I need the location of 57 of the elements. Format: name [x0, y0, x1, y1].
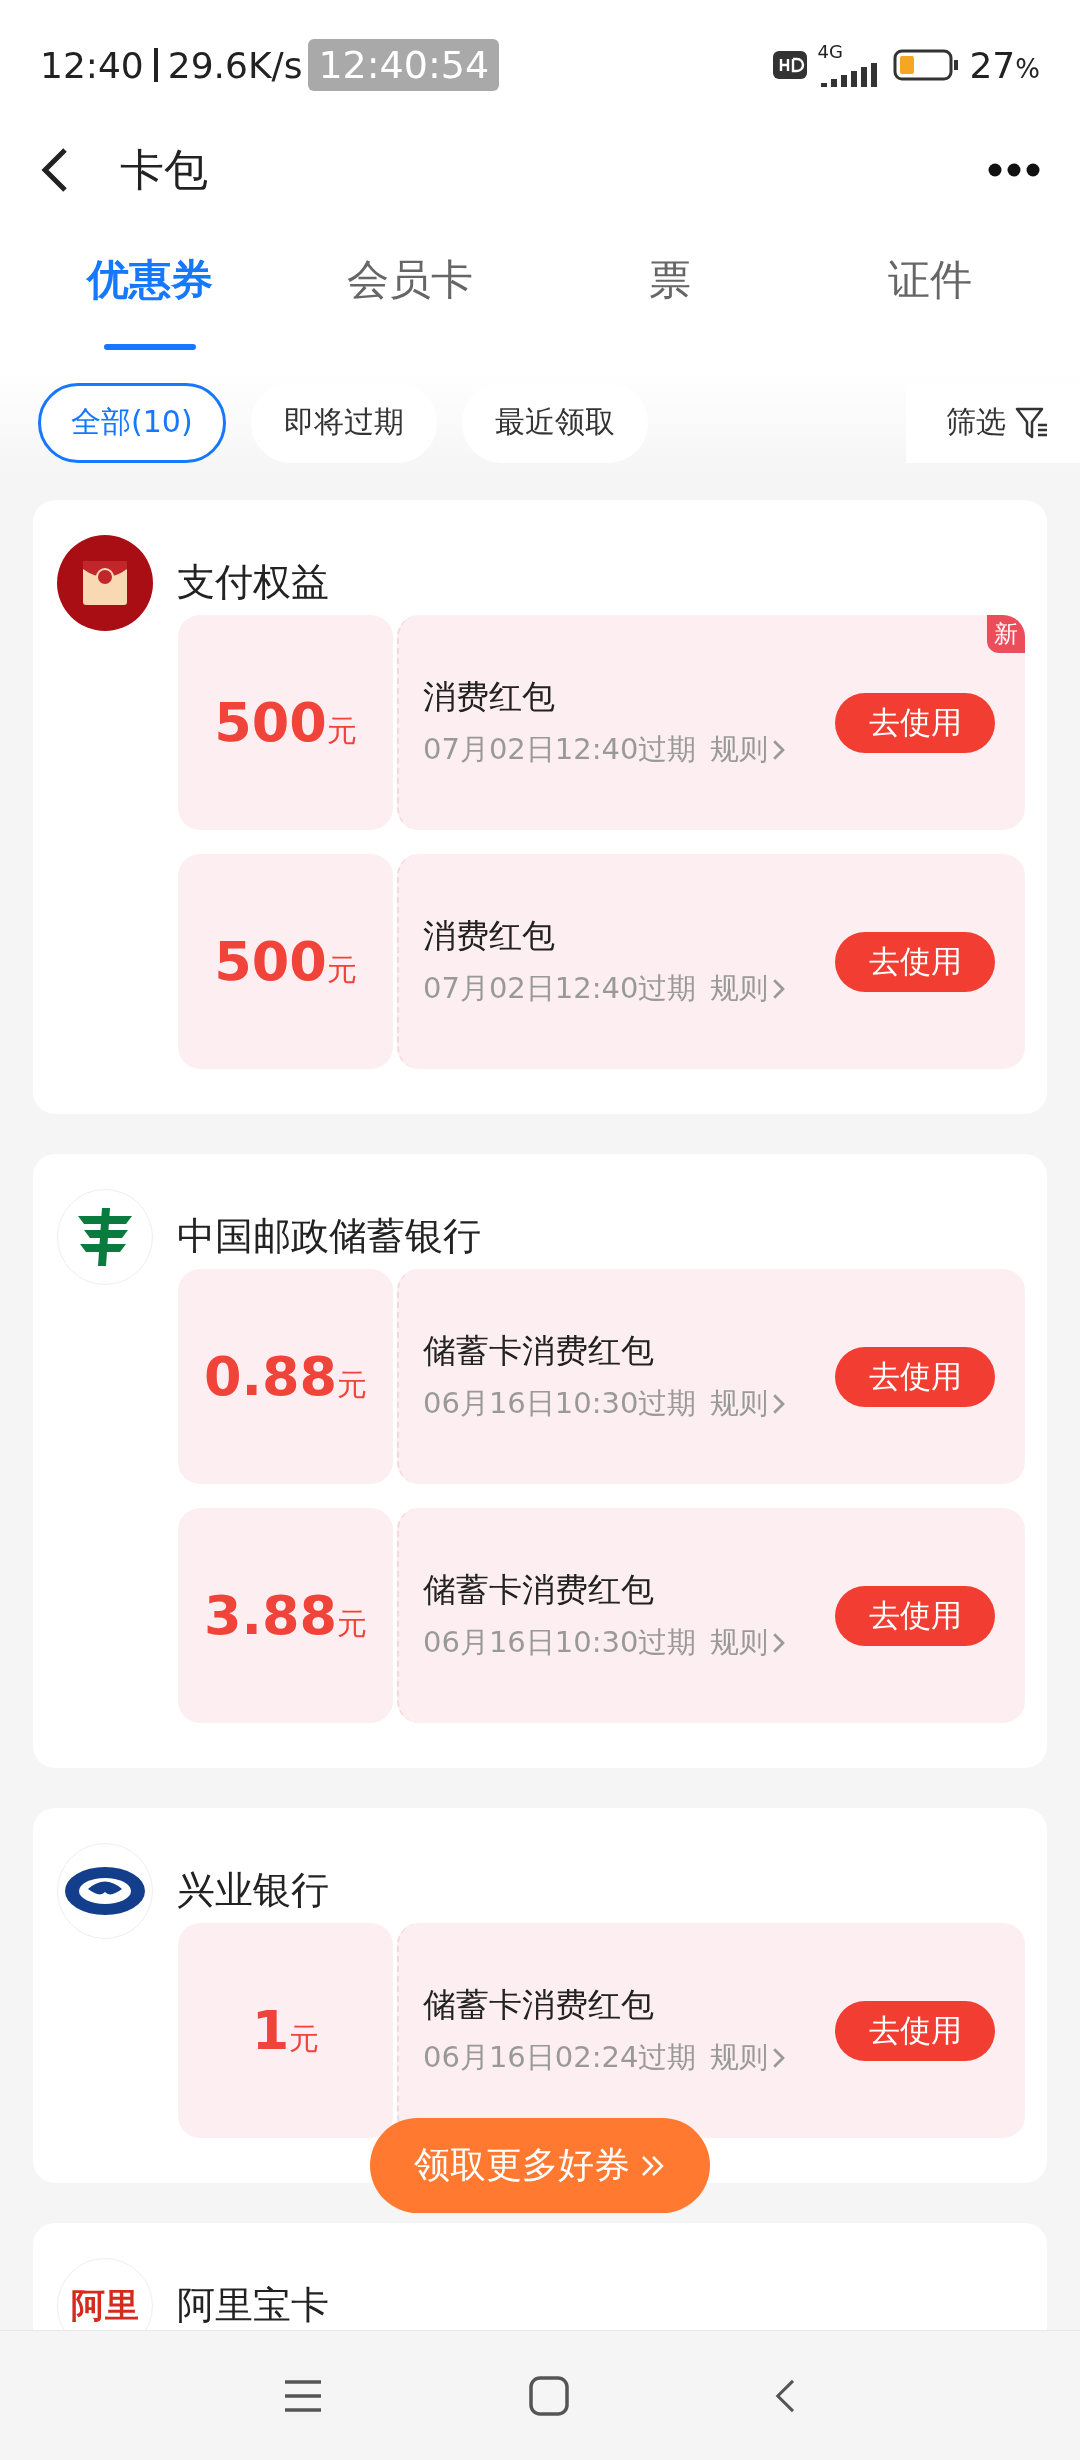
new-badge: 新	[987, 615, 1025, 653]
use-button[interactable]: 去使用	[835, 2000, 995, 2061]
chevron-right-icon	[772, 978, 786, 1000]
group-name: 阿里宝卡	[177, 2282, 329, 2329]
battery-percentage: 27%	[969, 44, 1040, 86]
coupon-expiry: 06月16日10:30过期	[423, 1385, 697, 1422]
coupon-amount: 3.88元	[203, 1584, 368, 1647]
coupon-expiry: 06月16日10:30过期	[423, 1624, 697, 1661]
page-title: 卡包	[120, 142, 209, 197]
battery-icon	[893, 49, 960, 81]
use-button[interactable]: 去使用	[835, 931, 995, 992]
coupon-expiry: 06月16日02:24过期	[423, 2039, 697, 2076]
more-icon	[988, 163, 1040, 177]
use-button[interactable]: 去使用	[835, 1585, 995, 1646]
separator-icon	[153, 48, 158, 82]
rules-link[interactable]: 规则	[710, 969, 786, 1009]
coupon-expiry: 07月02日12:40过期	[423, 731, 697, 768]
coupon-amount: 500元	[214, 930, 357, 993]
bank-logo: 阿里	[71, 2284, 139, 2327]
network-speed: 29.6K/s	[167, 44, 303, 86]
more-coupons-button[interactable]: 领取更多好券	[370, 2118, 710, 2213]
coupon-title: 储蓄卡消费红包	[423, 1569, 655, 1611]
coupon-title: 储蓄卡消费红包	[423, 1330, 655, 1372]
group-name: 支付权益	[177, 559, 329, 606]
tab[interactable]: 证件	[800, 230, 1060, 350]
group-name: 中国邮政储蓄银行	[177, 1213, 481, 1260]
home-icon	[528, 2375, 569, 2416]
tab[interactable]: 票	[540, 230, 800, 350]
more-button[interactable]	[988, 163, 1040, 177]
chevron-right-icon	[772, 1632, 786, 1654]
tab[interactable]: 会员卡	[280, 230, 540, 350]
menu-button[interactable]	[282, 2378, 323, 2413]
filter-chip[interactable]: 全部(10)	[38, 382, 226, 463]
status-time: 12:40	[40, 44, 144, 86]
menu-icon	[282, 2378, 323, 2413]
coupon-title: 储蓄卡消费红包	[423, 1984, 655, 2026]
rules-link[interactable]: 规则	[710, 1623, 786, 1663]
recording-time: 12:40:54	[308, 39, 500, 91]
use-button[interactable]: 去使用	[835, 692, 995, 753]
rules-link[interactable]: 规则	[710, 2038, 786, 2078]
chevron-right-icon	[772, 2047, 786, 2069]
coupon-amount: 500元	[214, 691, 357, 754]
tab[interactable]: 优惠券	[20, 230, 280, 350]
network-type: 4G	[817, 43, 843, 61]
rules-link[interactable]: 规则	[710, 1384, 786, 1424]
chevron-right-icon	[772, 739, 786, 761]
coupon-title: 消费红包	[423, 915, 556, 957]
use-button[interactable]: 去使用	[835, 1346, 995, 1407]
chevron-right-icon	[772, 1393, 786, 1415]
group-name: 兴业银行	[177, 1867, 329, 1914]
coupon-amount: 0.88元	[203, 1345, 368, 1408]
home-button[interactable]	[528, 2375, 569, 2416]
rules-link[interactable]: 规则	[710, 730, 786, 770]
hd-icon	[773, 51, 808, 79]
coupon-title: 消费红包	[423, 676, 556, 718]
coupon-amount: 1元	[251, 1999, 320, 2062]
coupon-expiry: 07月02日12:40过期	[423, 970, 697, 1007]
